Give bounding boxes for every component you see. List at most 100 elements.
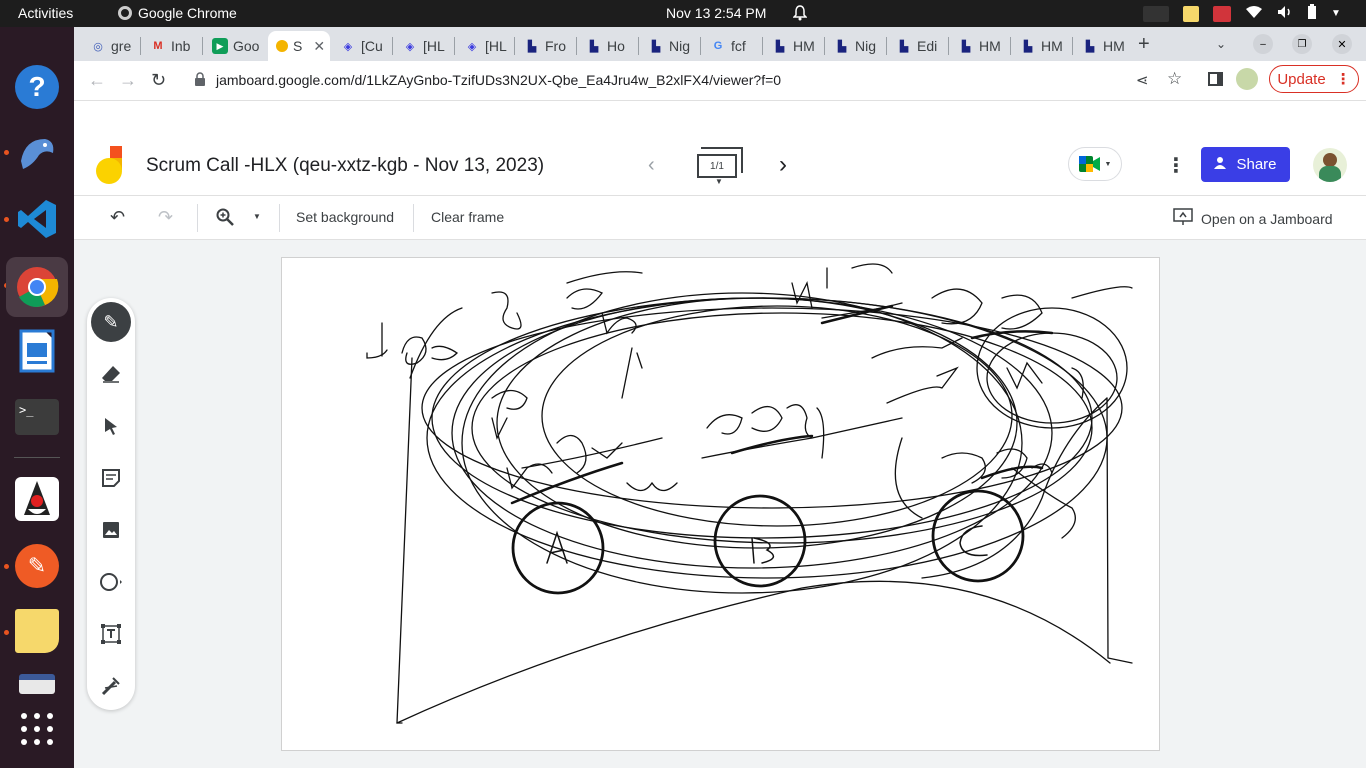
address-bar[interactable]: jamboard.google.com/d/1LkZAyGnbo-TzifUDs… (182, 65, 1182, 95)
show-apps-grid-icon[interactable] (21, 713, 53, 745)
libreoffice-writer-icon[interactable] (13, 327, 61, 375)
next-frame-chevron-icon[interactable]: › (779, 151, 787, 179)
power-menu-icon[interactable]: ▼ (1331, 8, 1341, 19)
app-menu[interactable]: Google Chrome (118, 5, 237, 21)
tab-ho[interactable]: ▙ Ho (578, 31, 636, 61)
zoom-dropdown-icon[interactable]: ▼ (253, 212, 261, 221)
grid-dot (34, 713, 40, 719)
set-background-button[interactable]: Set background (296, 209, 394, 225)
account-avatar[interactable] (1313, 148, 1347, 182)
help-icon[interactable]: ? (13, 63, 61, 111)
tab-separator (824, 37, 825, 55)
update-chrome-button[interactable]: Update ⋮ (1269, 65, 1359, 93)
tab-label: HM (979, 38, 1001, 54)
tab-greptile[interactable]: ◎ gre (82, 31, 138, 61)
present-screen-icon (1173, 208, 1193, 229)
sticky-note-tool[interactable] (91, 458, 131, 498)
tab-label: Nig (855, 38, 877, 54)
tab-hl-1[interactable]: ◈ [HL (394, 31, 452, 61)
grid-dot (47, 726, 53, 732)
jamboard-logo[interactable] (96, 146, 126, 184)
bar-chart-favicon: ▙ (651, 40, 661, 53)
share-page-icon[interactable]: ⋖ (1136, 71, 1149, 89)
forward-arrow-icon[interactable]: → (119, 70, 137, 91)
tab-fro[interactable]: ▙ Fro (516, 31, 574, 61)
tab-clickup[interactable]: ◈ [Cu (332, 31, 390, 61)
redo-icon[interactable]: ↷ (158, 207, 173, 228)
text-box-tool[interactable] (91, 614, 131, 654)
shape-tool[interactable] (91, 562, 131, 602)
tray-app-icon[interactable] (1143, 5, 1169, 22)
back-arrow-icon[interactable]: ← (88, 70, 106, 91)
java-duke-icon[interactable] (13, 475, 61, 523)
tab-jamboard-active[interactable]: S ✕ (268, 31, 330, 61)
vscode-icon[interactable] (13, 195, 61, 243)
close-window-button[interactable]: ✕ (1332, 34, 1352, 54)
google-meet-button[interactable]: ▼ (1068, 147, 1122, 181)
postman-icon[interactable]: ✎ (13, 542, 61, 590)
reload-icon[interactable]: ↻ (151, 70, 166, 91)
battery-icon[interactable] (1307, 4, 1317, 23)
tab-hm-3[interactable]: ▙ HM (1012, 31, 1070, 61)
image-tool[interactable] (91, 510, 131, 550)
jam-title[interactable]: Scrum Call -HLX (qeu-xxtz-kgb - Nov 13, … (146, 155, 544, 177)
lock-icon (194, 72, 206, 89)
tab-label: [Cu (361, 38, 383, 54)
sticky-notes-icon[interactable] (13, 607, 61, 655)
eraser-tool[interactable] (91, 354, 131, 394)
tab-label: Inb (171, 38, 191, 54)
laser-tool[interactable] (91, 666, 131, 706)
dock-separator (14, 457, 60, 458)
previous-frame-chevron-icon[interactable]: ‹ (648, 154, 655, 177)
dolphin-browser-icon[interactable] (13, 129, 61, 177)
pen-tool[interactable]: ✎ (91, 302, 131, 342)
clear-frame-button[interactable]: Clear frame (431, 209, 504, 225)
activities-button[interactable]: Activities (18, 5, 73, 21)
tab-nig-1[interactable]: ▙ Nig (640, 31, 698, 61)
more-options-icon[interactable]: ⋮ (1166, 153, 1186, 178)
grid-dot (21, 713, 27, 719)
tab-hm-1[interactable]: ▙ HM (764, 31, 822, 61)
share-button[interactable]: Share (1201, 147, 1290, 182)
volume-icon[interactable] (1277, 5, 1293, 22)
open-on-jamboard-button[interactable]: Open on a Jamboard (1173, 208, 1333, 229)
sticky-notes-tray-icon[interactable] (1183, 5, 1199, 22)
tab-search-chevron-icon[interactable]: ⌄ (1216, 37, 1226, 51)
anydesk-tray-icon[interactable] (1213, 5, 1231, 22)
new-tab-button[interactable]: + (1138, 33, 1150, 56)
bar-chart-favicon: ▙ (527, 40, 537, 53)
minimize-window-button[interactable]: – (1253, 34, 1273, 54)
close-tab-icon[interactable]: ✕ (313, 38, 325, 55)
grid-dot (34, 739, 40, 745)
tab-edi[interactable]: ▙ Edi (888, 31, 946, 61)
tab-gmail[interactable]: M Inb (142, 31, 200, 61)
frame-bar-toggle[interactable]: 1/1 ▼ (697, 147, 745, 187)
tab-nig-2[interactable]: ▙ Nig (826, 31, 884, 61)
tab-google-meet[interactable]: ▶ Goo (204, 31, 264, 61)
sticky-note-icon (102, 469, 120, 487)
browser-toolbar: ← → ↻ jamboard.google.com/d/1LkZAyGnbo-T… (74, 61, 1366, 101)
wifi-icon[interactable] (1245, 5, 1263, 22)
bookmark-star-icon[interactable]: ☆ (1167, 69, 1182, 89)
terminal-icon[interactable]: >_ (13, 393, 61, 441)
text-editor-icon[interactable] (13, 673, 61, 695)
tab-label: [HL (423, 38, 445, 54)
zoom-icon[interactable] (216, 208, 234, 229)
tab-strip: ◎ gre M Inb ▶ Goo S ✕ ◈ [Cu ◈ [HL ◈ [HL ▙ Fro ▙… (74, 27, 1366, 61)
side-panel-icon[interactable] (1208, 72, 1223, 86)
select-tool[interactable] (91, 406, 131, 446)
profile-avatar[interactable] (1236, 68, 1258, 90)
tab-google-search[interactable]: Gfcf (702, 31, 760, 61)
bell-icon[interactable] (792, 5, 808, 24)
chrome-icon[interactable] (6, 257, 68, 317)
tab-hm-4[interactable]: ▙ HM (1074, 31, 1132, 61)
clock[interactable]: Nov 13 2:54 PM (666, 5, 766, 21)
system-tray[interactable]: ▼ (1143, 4, 1341, 23)
tab-hl-2[interactable]: ◈ [HL (456, 31, 512, 61)
restore-window-button[interactable]: ❐ (1292, 34, 1312, 54)
jam-canvas[interactable] (281, 257, 1160, 751)
running-indicator (4, 150, 9, 155)
undo-icon[interactable]: ↶ (110, 207, 125, 228)
tab-hm-2[interactable]: ▙ HM (950, 31, 1008, 61)
tab-separator (1010, 37, 1011, 55)
